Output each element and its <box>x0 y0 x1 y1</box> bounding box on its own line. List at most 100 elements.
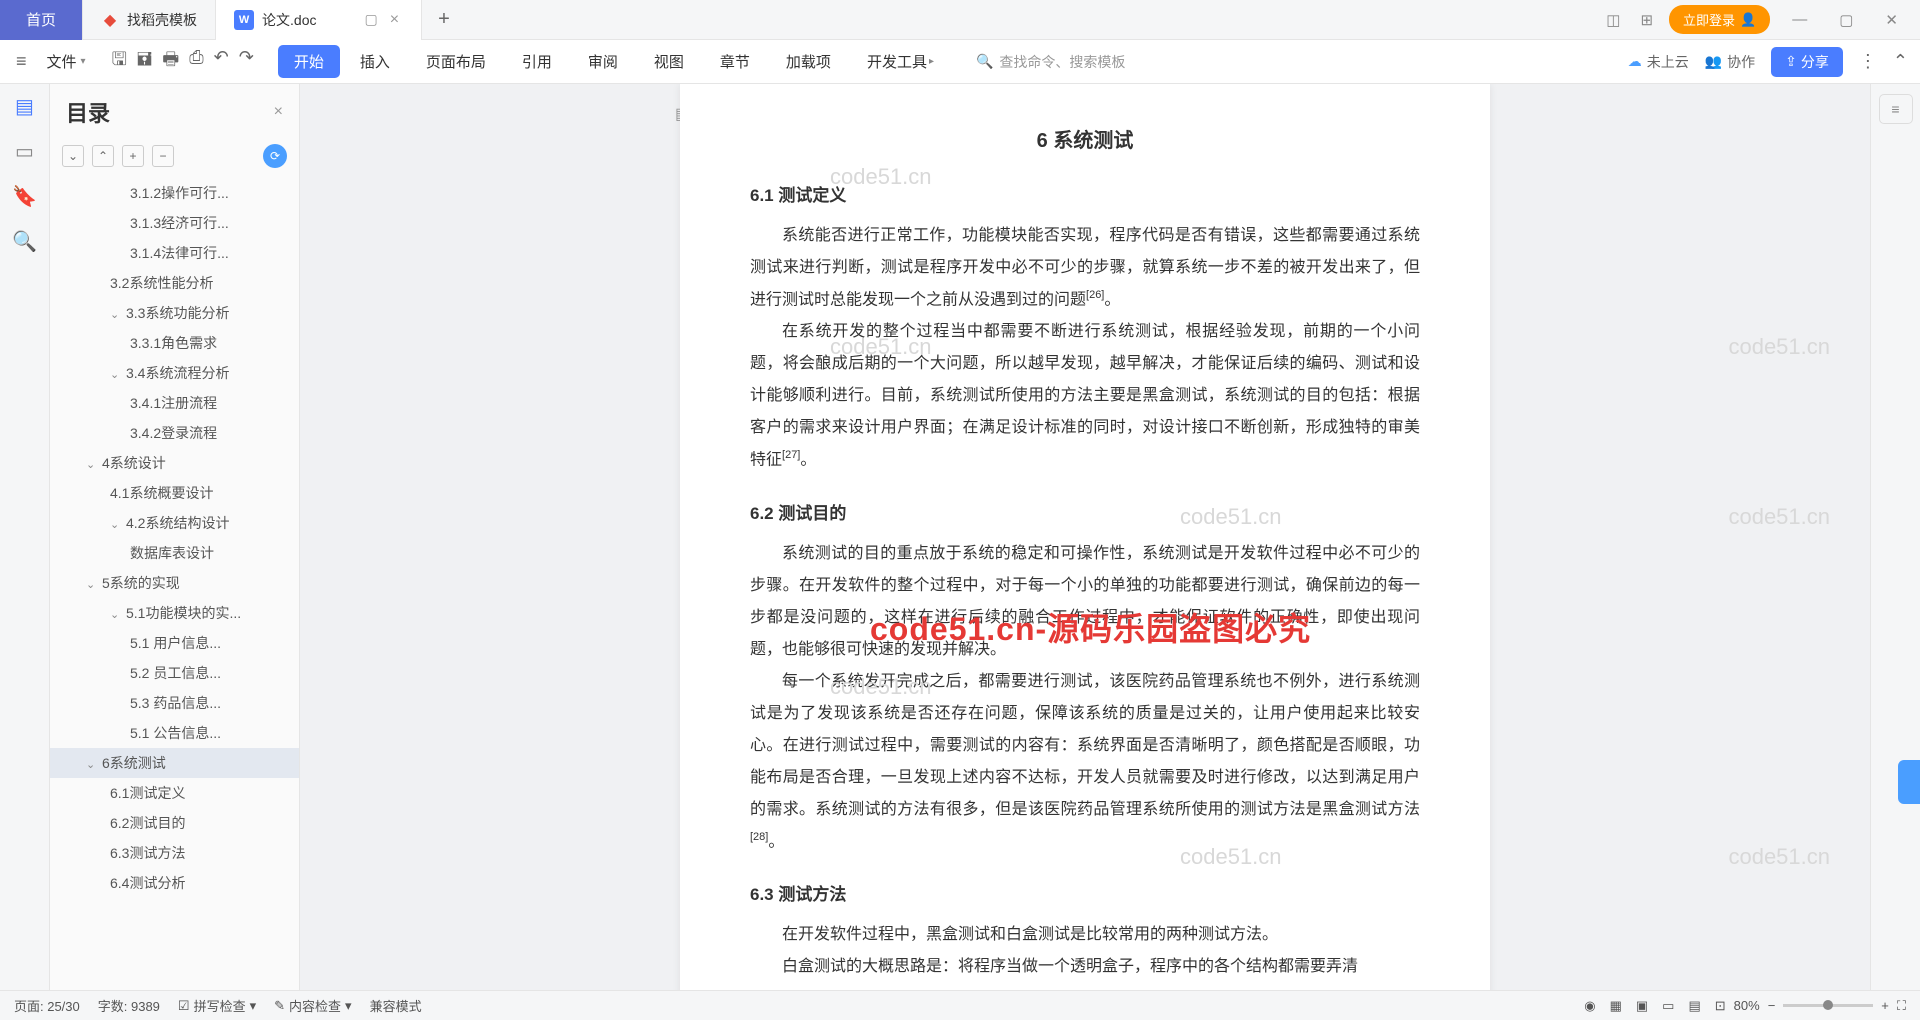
expand-all-button[interactable]: ⌄ <box>62 145 84 167</box>
view-print-icon[interactable]: ▦ <box>1610 998 1622 1014</box>
add-heading-button[interactable]: + <box>122 145 144 167</box>
zoom-in-icon[interactable]: + <box>1881 998 1889 1013</box>
toc-item[interactable]: 3.4.1注册流程 <box>50 388 299 418</box>
toc-label: 6.2测试目的 <box>110 815 185 831</box>
view-read-icon[interactable]: ▣ <box>1636 998 1648 1014</box>
document-viewport[interactable]: ▤▾ code51.cn code51.cn code51.cn code51.… <box>300 84 1870 990</box>
undo-icon[interactable]: ↶ <box>214 47 229 77</box>
toc-label: 6.1测试定义 <box>110 785 185 801</box>
zoom-fit-icon[interactable]: ⊡ <box>1715 998 1726 1014</box>
ribbon-tab-chapter[interactable]: 章节 <box>704 45 766 78</box>
close-button[interactable]: ✕ <box>1875 7 1908 33</box>
paragraph: 在开发软件过程中，黑盒测试和白盒测试是比较常用的两种测试方法。 <box>750 919 1420 951</box>
toc-item[interactable]: 6.1测试定义 <box>50 778 299 808</box>
content-check[interactable]: ✎ 内容检查 ▾ <box>274 996 351 1015</box>
toc-item[interactable]: 3.1.3经济可行... <box>50 208 299 238</box>
ribbon-tab-review[interactable]: 审阅 <box>572 45 634 78</box>
toc-item[interactable]: ⌄3.3系统功能分析 <box>50 298 299 328</box>
tab-home[interactable]: 首页 <box>0 0 83 40</box>
side-feedback-tab[interactable] <box>1898 760 1920 804</box>
zoom-out-icon[interactable]: − <box>1768 998 1776 1013</box>
ribbon-tab-insert[interactable]: 插入 <box>344 45 406 78</box>
collab-button[interactable]: 👥 协作 <box>1705 52 1755 72</box>
toc-item[interactable]: 3.2系统性能分析 <box>50 268 299 298</box>
new-tab-button[interactable]: + <box>422 8 466 31</box>
panel-toggle-icon[interactable]: ≡ <box>1879 94 1913 124</box>
page-indicator[interactable]: 页面: 25/30 <box>14 996 80 1015</box>
file-menu[interactable]: 文件 ▾ <box>37 47 96 76</box>
toc-item[interactable]: ⌄5系统的实现 <box>50 568 299 598</box>
sync-icon[interactable]: ⟳ <box>263 144 287 168</box>
command-search[interactable]: 🔍 查找命令、搜索模板 <box>976 52 1125 72</box>
maximize-button[interactable]: ▢ <box>1829 7 1863 33</box>
word-count[interactable]: 字数: 9389 <box>98 996 160 1015</box>
fullscreen-icon[interactable]: ⛶ <box>1897 998 1906 1014</box>
cloud-status[interactable]: ☁ 未上云 <box>1628 52 1689 72</box>
cloud-icon: ☁ <box>1628 53 1642 70</box>
ribbon-tab-layout[interactable]: 页面布局 <box>410 45 502 78</box>
toc-item[interactable]: ⌄4.2系统结构设计 <box>50 508 299 538</box>
more-icon[interactable]: ⋮ <box>1859 51 1877 72</box>
toc-item[interactable]: 3.3.1角色需求 <box>50 328 299 358</box>
tab-label: 论文.doc <box>262 10 316 30</box>
apps-icon[interactable]: ⊞ <box>1636 7 1657 33</box>
toc-item[interactable]: 6.3测试方法 <box>50 838 299 868</box>
toc-item[interactable]: ⌄4系统设计 <box>50 448 299 478</box>
tab-document[interactable]: W 论文.doc ▢ × <box>216 0 422 40</box>
template-icon: ◆ <box>101 11 119 29</box>
share-button[interactable]: ⇪ 分享 <box>1771 47 1843 77</box>
ribbon-tab-view[interactable]: 视图 <box>638 45 700 78</box>
toc-item[interactable]: 5.1 用户信息... <box>50 628 299 658</box>
tab-window-icon[interactable]: ▢ <box>364 11 377 28</box>
print-icon[interactable]: 🖶 <box>162 47 179 77</box>
toc-item[interactable]: 3.4.2登录流程 <box>50 418 299 448</box>
toc-item[interactable]: 4.1系统概要设计 <box>50 478 299 508</box>
hamburger-icon[interactable]: ≡ <box>12 47 31 76</box>
toc-item[interactable]: 5.1 公告信息... <box>50 718 299 748</box>
right-panel: ≡ <box>1870 84 1920 990</box>
bookmark-icon[interactable]: 🔖 <box>12 184 37 209</box>
bookmark-rail-icon[interactable]: ▭ <box>15 139 34 164</box>
redo-icon[interactable]: ↷ <box>239 47 254 77</box>
toc-item[interactable]: ⌄3.4系统流程分析 <box>50 358 299 388</box>
remove-heading-button[interactable]: − <box>152 145 174 167</box>
collapse-all-button[interactable]: ⌃ <box>92 145 114 167</box>
tab-template[interactable]: ◆ 找稻壳模板 <box>83 0 216 40</box>
preview-icon[interactable]: ⎙ <box>189 47 203 77</box>
table-of-contents[interactable]: 3.1.2操作可行...3.1.3经济可行...3.1.4法律可行...3.2系… <box>50 178 299 990</box>
view-web-icon[interactable]: ▭ <box>1662 998 1674 1014</box>
nav-close-icon[interactable]: × <box>274 103 283 121</box>
view-outline-icon[interactable]: ▤ <box>1688 998 1700 1014</box>
zoom-control[interactable]: ⊡ 80% − + ⛶ <box>1715 998 1906 1014</box>
file-label: 文件 <box>47 51 77 72</box>
toc-label: 5系统的实现 <box>102 575 180 591</box>
login-button[interactable]: 立即登录 👤 <box>1669 5 1770 34</box>
toc-item[interactable]: 3.1.2操作可行... <box>50 178 299 208</box>
spell-check[interactable]: ☑ 拼写检查 ▾ <box>178 996 256 1015</box>
focus-icon[interactable]: ◉ <box>1584 998 1595 1014</box>
toc-item[interactable]: 3.1.4法律可行... <box>50 238 299 268</box>
toc-item[interactable]: 6.4测试分析 <box>50 868 299 898</box>
collapse-ribbon-icon[interactable]: ⌃ <box>1893 51 1908 72</box>
toc-label: 4系统设计 <box>102 455 166 471</box>
compat-mode[interactable]: 兼容模式 <box>370 996 422 1015</box>
outline-icon[interactable]: ▤ <box>15 94 34 119</box>
toc-item[interactable]: 5.3 药品信息... <box>50 688 299 718</box>
toc-item[interactable]: ⌄6系统测试 <box>50 748 299 778</box>
toc-item[interactable]: 数据库表设计 <box>50 538 299 568</box>
layout-icon[interactable]: ◫ <box>1602 7 1624 33</box>
save-as-icon[interactable]: 🖬 <box>137 47 152 77</box>
ribbon-tab-references[interactable]: 引用 <box>506 45 568 78</box>
ribbon-tab-start[interactable]: 开始 <box>278 45 340 78</box>
toc-item[interactable]: ⌄5.1功能模块的实... <box>50 598 299 628</box>
tab-close-icon[interactable]: × <box>386 11 403 29</box>
ribbon-tab-developer[interactable]: 开发工具▸ <box>851 45 950 78</box>
zoom-slider[interactable] <box>1783 1004 1873 1007</box>
toc-item[interactable]: 6.2测试目的 <box>50 808 299 838</box>
toc-item[interactable]: 5.2 员工信息... <box>50 658 299 688</box>
search-rail-icon[interactable]: 🔍 <box>12 229 37 254</box>
ribbon-tab-addons[interactable]: 加载项 <box>770 45 847 78</box>
login-label: 立即登录 <box>1683 10 1735 29</box>
save-icon[interactable]: 🖫 <box>112 47 127 77</box>
minimize-button[interactable]: — <box>1782 7 1817 32</box>
